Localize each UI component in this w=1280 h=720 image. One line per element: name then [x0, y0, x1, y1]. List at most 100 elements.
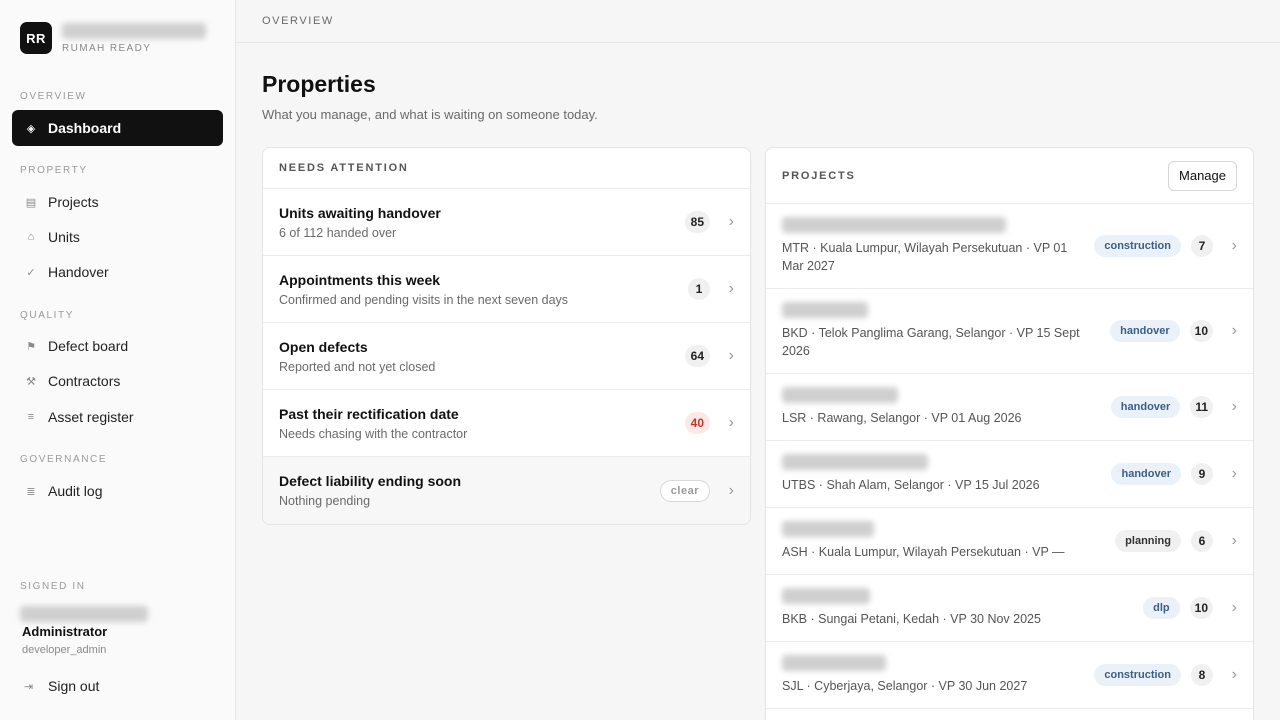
project-name-redacted	[782, 655, 886, 671]
attention-description: Nothing pending	[279, 494, 371, 508]
user-name-redacted	[20, 606, 148, 622]
sidebar-item-projects[interactable]: ▤ Projects	[12, 184, 223, 220]
project-status-badge: handover	[1110, 396, 1181, 418]
page-subtitle: What you manage, and what is waiting on …	[262, 107, 598, 122]
attention-count-badge: 1	[688, 278, 710, 300]
project-row[interactable]: ASH · Kuala Lumpur, Wilayah Persekutuan …	[766, 508, 1253, 575]
project-row[interactable]: MTR · Kuala Lumpur, Wilayah Persekutuan …	[766, 204, 1253, 289]
sign-out-label: Sign out	[48, 678, 100, 694]
building-icon: ▤	[25, 196, 37, 209]
manage-button[interactable]: Manage	[1168, 160, 1237, 191]
tools-icon: ⚒	[26, 375, 36, 388]
project-text: BKB · Sungai Petani, Kedah · VP 30 Nov 2…	[782, 588, 1143, 628]
project-meta: SJL · Cyberjaya, Selangor · VP 30 Jun 20…	[782, 679, 1028, 693]
attention-text: Open defects Reported and not yet closed	[279, 339, 685, 374]
attention-row[interactable]: Open defects Reported and not yet closed 6…	[263, 323, 750, 390]
chevron-right-icon: ›	[728, 213, 734, 230]
brand-name-redacted	[62, 22, 206, 39]
nav-section-property: PROPERTY	[20, 165, 88, 176]
project-meta: UTBS · Shah Alam, Selangor · VP 15 Jul 2…	[782, 478, 1040, 492]
chevron-right-icon: ›	[728, 414, 734, 431]
sidebar-item-label: Units	[48, 229, 80, 245]
attention-row[interactable]: Appointments this week Confirmed and pend…	[263, 256, 750, 323]
chevron-right-icon: ›	[1231, 398, 1237, 415]
project-name-redacted	[782, 387, 898, 403]
chevron-right-icon: ›	[1231, 465, 1237, 482]
project-status-badge: handover	[1111, 463, 1181, 485]
attention-title: Appointments this week	[279, 271, 441, 288]
project-row[interactable]: UTBS · Shah Alam, Selangor · VP 15 Jul 2…	[766, 441, 1253, 508]
attention-list: Units awaiting handover 6 of 112 handed o…	[263, 189, 750, 524]
attention-description: 6 of 112 handed over	[279, 225, 397, 240]
log-icon: ≣	[26, 485, 36, 498]
sidebar-item-audit-log[interactable]: ≣ Audit log	[12, 473, 223, 509]
attention-text: Units awaiting handover 6 of 112 handed o…	[279, 205, 685, 240]
project-status-badge: dlp	[1143, 597, 1180, 619]
attention-row[interactable]: Units awaiting handover 6 of 112 handed o…	[263, 189, 750, 256]
projects-header: PROJECTS Manage	[766, 148, 1253, 204]
project-text: ASH · Kuala Lumpur, Wilayah Persekutuan …	[782, 521, 1115, 561]
project-count-badge: 11	[1190, 396, 1213, 418]
project-name-redacted	[782, 217, 1006, 233]
project-text: LSR · Rawang, Selangor · VP 01 Aug 2026	[782, 387, 1111, 427]
user-role: Administrator	[22, 624, 108, 639]
project-meta: BKD · Telok Panglima Garang, Selangor · …	[782, 326, 1080, 358]
project-count-badge: 8	[1191, 664, 1213, 686]
attention-row[interactable]: Defect liability ending soon Nothing pend…	[263, 457, 750, 524]
project-meta: LSR · Rawang, Selangor · VP 01 Aug 2026	[782, 411, 1022, 425]
project-row[interactable]: BKB · Sungai Petani, Kedah · VP 30 Nov 2…	[766, 575, 1253, 642]
sign-out-icon: ⇥	[24, 680, 34, 693]
needs-attention-card: NEEDS ATTENTION Units awaiting handover 6…	[262, 147, 751, 525]
projects-card: PROJECTS Manage MTR · Kuala Lumpur, Wila…	[765, 147, 1254, 720]
nav-section-quality: QUALITY	[20, 310, 74, 321]
sidebar-item-units[interactable]: ⌂ Units	[12, 219, 223, 255]
brand-subtitle: RUMAH READY	[62, 42, 152, 54]
project-name-redacted	[782, 521, 874, 537]
projects-list: MTR · Kuala Lumpur, Wilayah Persekutuan …	[766, 204, 1253, 709]
sign-out-button[interactable]: ⇥ Sign out	[12, 670, 223, 702]
nav-section-overview: OVERVIEW	[20, 91, 87, 102]
sidebar-item-defect-board[interactable]: ⚑ Defect board	[12, 328, 223, 364]
projects-heading: PROJECTS	[782, 169, 856, 182]
project-row[interactable]: LSR · Rawang, Selangor · VP 01 Aug 2026 h…	[766, 374, 1253, 441]
home-icon: ⌂	[27, 231, 35, 243]
attention-description: Needs chasing with the contractor	[279, 426, 468, 441]
chevron-right-icon: ›	[1231, 532, 1237, 549]
breadcrumb: OVERVIEW	[236, 0, 1280, 43]
sidebar-item-label: Contractors	[48, 373, 121, 389]
project-text: MTR · Kuala Lumpur, Wilayah Persekutuan …	[782, 217, 1094, 275]
project-meta: ASH · Kuala Lumpur, Wilayah Persekutuan …	[782, 545, 1065, 559]
project-text: BKD · Telok Panglima Garang, Selangor · …	[782, 302, 1110, 360]
project-status-badge: handover	[1110, 320, 1180, 342]
sidebar-item-contractors[interactable]: ⚒ Contractors	[12, 363, 223, 399]
check-icon: ✓	[26, 266, 36, 279]
chevron-right-icon: ›	[728, 481, 734, 499]
attention-text: Defect liability ending soon Nothing pend…	[279, 473, 660, 508]
sidebar-item-label: Projects	[48, 194, 99, 210]
project-status-badge: construction	[1094, 664, 1181, 686]
needs-attention-heading: NEEDS ATTENTION	[263, 148, 750, 189]
project-name-redacted	[782, 588, 870, 604]
chevron-right-icon: ›	[728, 347, 734, 364]
sidebar-item-label: Defect board	[48, 338, 129, 354]
project-row[interactable]: BKD · Telok Panglima Garang, Selangor · …	[766, 289, 1253, 374]
sidebar-item-handover[interactable]: ✓ Handover	[12, 254, 223, 290]
project-row[interactable]: SJL · Cyberjaya, Selangor · VP 30 Jun 20…	[766, 642, 1253, 709]
sidebar-item-asset-register[interactable]: ≡ Asset register	[12, 399, 223, 435]
sidebar: RR RUMAH READY OVERVIEW ◈ Dashboard PROP…	[0, 0, 236, 720]
attention-count-badge: 64	[684, 345, 710, 367]
project-count-badge: 10	[1189, 597, 1213, 619]
attention-row[interactable]: Past their rectification date Needs chasi…	[263, 390, 750, 457]
project-name-redacted	[782, 454, 928, 470]
brand[interactable]: RR RUMAH READY	[20, 22, 206, 54]
chevron-right-icon: ›	[1231, 237, 1237, 254]
project-name-redacted	[782, 302, 868, 318]
flag-icon: ⚑	[26, 340, 36, 353]
attention-description: Reported and not yet closed	[279, 359, 436, 374]
sidebar-item-label: Audit log	[48, 483, 103, 499]
sidebar-item-label: Dashboard	[48, 120, 122, 136]
attention-description: Confirmed and pending visits in the next…	[279, 292, 569, 307]
diamond-icon: ◈	[26, 122, 36, 135]
sidebar-item-dashboard[interactable]: ◈ Dashboard	[12, 110, 223, 146]
list-icon: ≡	[27, 411, 35, 423]
